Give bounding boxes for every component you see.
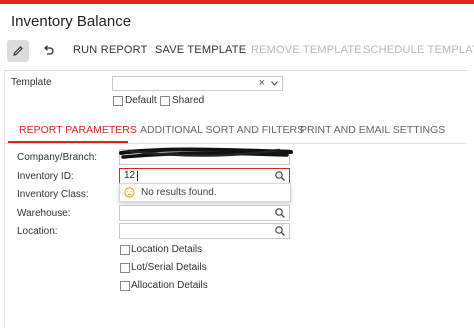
no-results-message: No results found. — [141, 187, 217, 198]
search-icon[interactable] — [274, 170, 286, 182]
inventory-id-value: 12 — [124, 170, 136, 181]
pencil-icon — [13, 46, 23, 56]
tabs-divider — [4, 143, 466, 144]
sad-face-icon — [124, 187, 135, 198]
shared-label: Shared — [172, 95, 205, 106]
company-branch-label: Company/Branch: — [17, 152, 98, 163]
location-details-checkbox[interactable] — [120, 245, 130, 255]
lot-serial-details-checkbox[interactable] — [120, 263, 130, 273]
location-label: Location: — [17, 226, 58, 237]
run-report-button[interactable]: RUN REPORT — [73, 44, 148, 56]
search-icon[interactable] — [274, 207, 286, 219]
default-label: Default — [125, 95, 157, 106]
location-details-label: Location Details — [131, 244, 203, 255]
undo-button[interactable] — [37, 40, 59, 62]
top-accent-bar — [0, 0, 474, 4]
template-select[interactable]: × — [112, 76, 283, 91]
undo-icon — [43, 45, 54, 55]
warehouse-field[interactable] — [119, 205, 290, 221]
shared-checkbox[interactable] — [160, 96, 170, 106]
lot-serial-details-label: Lot/Serial Details — [131, 262, 207, 273]
clear-icon[interactable]: × — [259, 77, 265, 89]
search-icon[interactable] — [274, 225, 286, 237]
tab-print-and-email-settings[interactable]: PRINT AND EMAIL SETTINGS — [300, 124, 445, 136]
save-template-button[interactable]: SAVE TEMPLATE — [155, 44, 246, 56]
inventory-class-label: Inventory Class: — [17, 189, 89, 200]
page-title: Inventory Balance — [11, 13, 132, 30]
inventory-id-field[interactable]: 12 — [119, 168, 290, 184]
inventory-id-label: Inventory ID: — [17, 171, 74, 182]
redaction-scribble — [119, 147, 293, 159]
tab-additional-sort-and-filters[interactable]: ADDITIONAL SORT AND FILTERS — [140, 124, 304, 136]
location-field[interactable] — [119, 223, 290, 239]
chevron-down-icon[interactable] — [271, 81, 278, 86]
text-cursor — [137, 171, 138, 181]
allocation-details-checkbox[interactable] — [120, 281, 130, 291]
tab-report-parameters[interactable]: REPORT PARAMETERS — [19, 124, 137, 136]
lookup-results-dropdown: No results found. — [119, 183, 291, 202]
warehouse-label: Warehouse: — [17, 208, 71, 219]
toolbar: RUN REPORT SAVE TEMPLATE REMOVE TEMPLATE… — [0, 36, 474, 68]
template-label: Template — [11, 77, 52, 88]
default-checkbox[interactable] — [113, 96, 123, 106]
remove-template-button[interactable]: REMOVE TEMPLATE — [251, 44, 362, 56]
schedule-template-button[interactable]: SCHEDULE TEMPLATE — [363, 44, 474, 56]
edit-button[interactable] — [7, 40, 29, 62]
allocation-details-label: Allocation Details — [131, 280, 208, 291]
